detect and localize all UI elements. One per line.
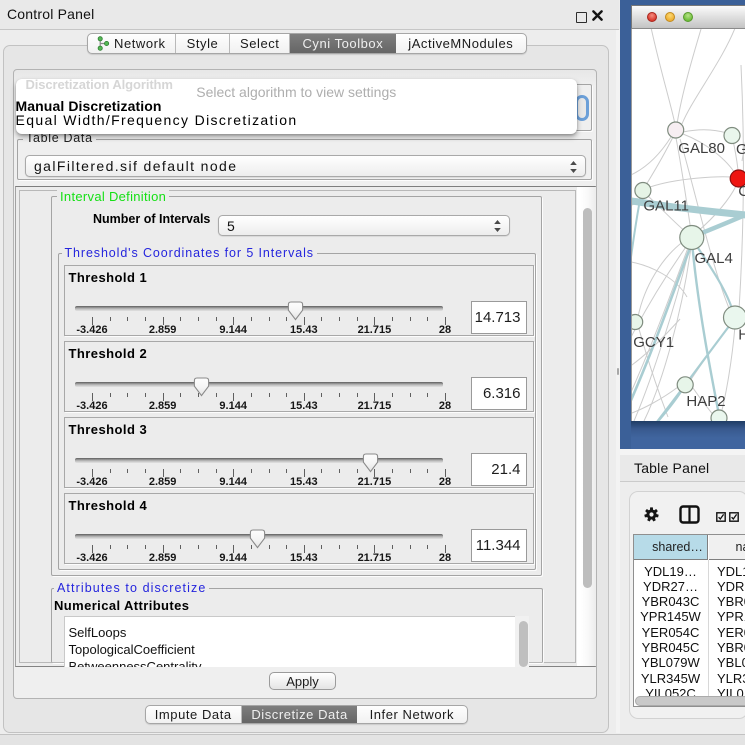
svg-text:H: H — [738, 326, 745, 343]
svg-text:CY: CY — [738, 182, 745, 199]
svg-text:GAL11: GAL11 — [643, 197, 689, 214]
svg-text:GA: GA — [736, 141, 745, 158]
svg-text:HAP2: HAP2 — [686, 393, 725, 410]
svg-text:GAL80: GAL80 — [678, 139, 725, 156]
svg-text:GAL4: GAL4 — [694, 249, 732, 266]
svg-text:GCY1: GCY1 — [633, 333, 674, 350]
